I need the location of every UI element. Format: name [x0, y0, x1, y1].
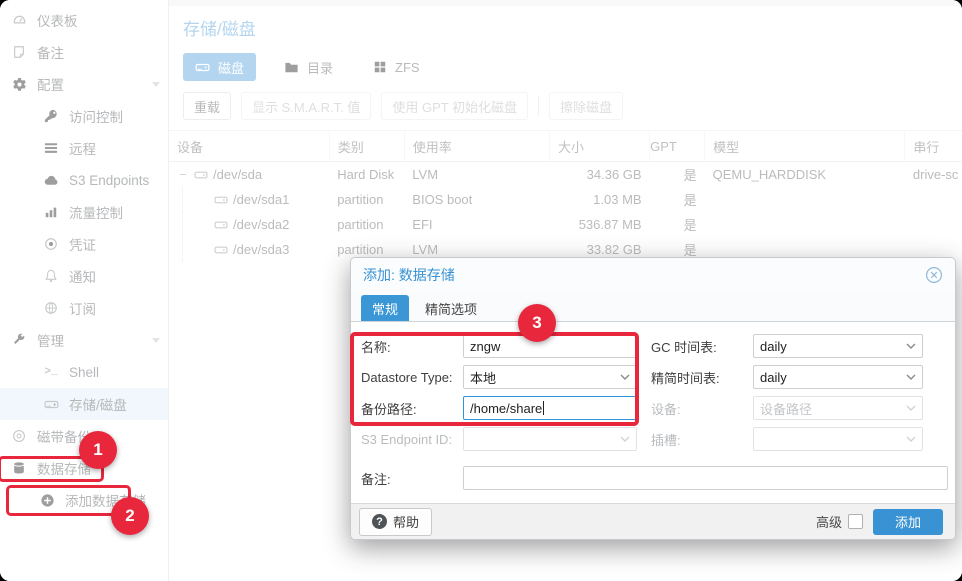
datastore-type-label: Datastore Type:: [361, 370, 463, 385]
name-value: zngw: [470, 339, 500, 354]
chevron-down-icon: [906, 436, 916, 443]
name-input[interactable]: zngw: [463, 334, 637, 358]
dialog-title: 添加: 数据存储: [363, 265, 455, 285]
close-icon[interactable]: [925, 266, 943, 284]
help-button[interactable]: ? 帮助: [359, 508, 432, 536]
form-left-column: 名称: zngw Datastore Type: 本地 备份路径: /home/…: [361, 334, 637, 458]
dialog-tabbar: 常规 精简选项: [351, 292, 955, 322]
chevron-down-icon: [906, 405, 916, 412]
name-label: 名称:: [361, 337, 463, 356]
backup-path-label: 备份路径:: [361, 399, 463, 418]
gc-schedule-value: daily: [760, 339, 787, 354]
tab-general[interactable]: 常规: [361, 295, 409, 321]
annotation-badge-1: 1: [79, 431, 117, 469]
chevron-down-icon: [906, 343, 916, 350]
question-icon: ?: [372, 514, 387, 529]
dialog-header[interactable]: 添加: 数据存储: [351, 258, 955, 292]
chevron-down-icon: [620, 374, 630, 381]
datastore-type-value: 本地: [470, 368, 496, 387]
add-button[interactable]: 添加: [873, 509, 943, 535]
device-select[interactable]: 设备路径: [753, 396, 923, 420]
gc-schedule-label: GC 时间表:: [651, 337, 753, 356]
comment-label: 备注:: [361, 469, 463, 488]
add-datastore-dialog: 添加: 数据存储 常规 精简选项 名称: zngw Datastore Type…: [350, 257, 956, 540]
pbs-window: 仪表板 备注 配置 访问控制 远程 S3 Endpoints: [0, 0, 962, 581]
annotation-badge-3: 3: [518, 304, 556, 342]
advanced-toggle: 高级: [816, 512, 863, 531]
s3-endpoint-select[interactable]: [463, 427, 637, 451]
s3-endpoint-label: S3 Endpoint ID:: [361, 432, 463, 447]
device-label: 设备:: [651, 399, 753, 418]
gc-schedule-select[interactable]: daily: [753, 334, 923, 358]
advanced-checkbox[interactable]: [848, 514, 863, 529]
prune-schedule-label: 精简时间表:: [651, 368, 753, 387]
tab-prune-options[interactable]: 精简选项: [414, 295, 488, 321]
prune-schedule-value: daily: [760, 370, 787, 385]
text-cursor: [543, 401, 544, 415]
advanced-label: 高级: [816, 512, 842, 531]
form-right-column: GC 时间表: daily 精简时间表: daily 设备: 设备路径 插槽:: [651, 334, 923, 458]
slot-label: 插槽:: [651, 430, 753, 449]
chevron-down-icon: [620, 436, 630, 443]
backup-path-value: /home/share: [470, 401, 542, 416]
help-label: 帮助: [393, 512, 419, 531]
prune-schedule-select[interactable]: daily: [753, 365, 923, 389]
chevron-down-icon: [906, 374, 916, 381]
annotation-badge-2: 2: [111, 497, 149, 535]
slot-select[interactable]: [753, 427, 923, 451]
device-placeholder: 设备路径: [760, 399, 812, 418]
comment-input[interactable]: [463, 466, 948, 490]
dialog-footer: ? 帮助 高级 添加: [351, 503, 955, 539]
datastore-type-select[interactable]: 本地: [463, 365, 637, 389]
dialog-body: 名称: zngw Datastore Type: 本地 备份路径: /home/…: [351, 322, 955, 490]
backup-path-input[interactable]: /home/share: [463, 396, 637, 420]
